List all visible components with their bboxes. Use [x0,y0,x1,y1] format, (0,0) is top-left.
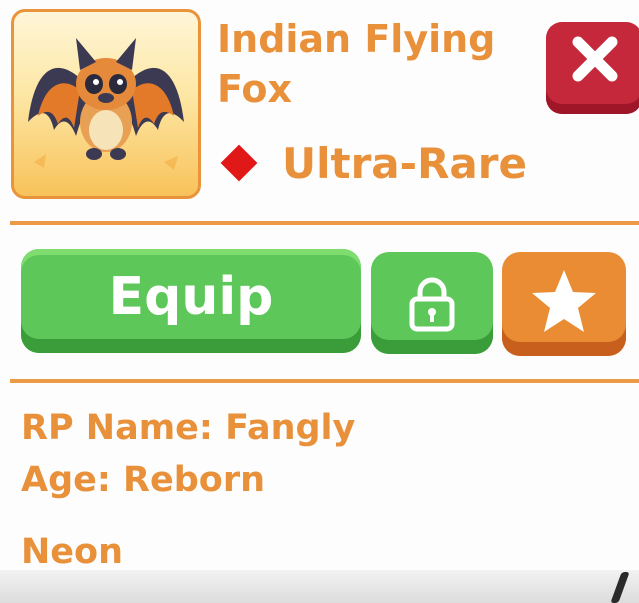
neon-text: Neon [21,532,123,572]
pet-name: Indian Flying Fox [217,17,496,111]
pet-portrait [11,9,201,199]
close-button[interactable] [546,22,639,114]
favorite-button[interactable] [502,252,626,356]
equip-label: Equip [108,267,274,327]
close-x-icon [572,36,618,82]
red-diamond-icon [220,144,258,182]
rarity-label: Ultra-Rare [282,138,527,188]
rarity-row: Ultra-Rare [217,136,527,190]
bat-image [28,38,184,170]
lock-button[interactable] [371,252,493,354]
lock-icon [409,277,455,332]
top-divider [10,221,639,225]
middle-divider [10,379,639,383]
pet-info-panel: Indian Flying Fox Ultra-Rare Equip RP Na… [0,0,639,603]
panel-bottom-edge [0,570,639,603]
age-text: Age: Reborn [21,460,266,500]
equip-button[interactable]: Equip [21,249,361,353]
star-icon [532,270,596,332]
rp-name-text: RP Name: Fangly [21,408,356,448]
